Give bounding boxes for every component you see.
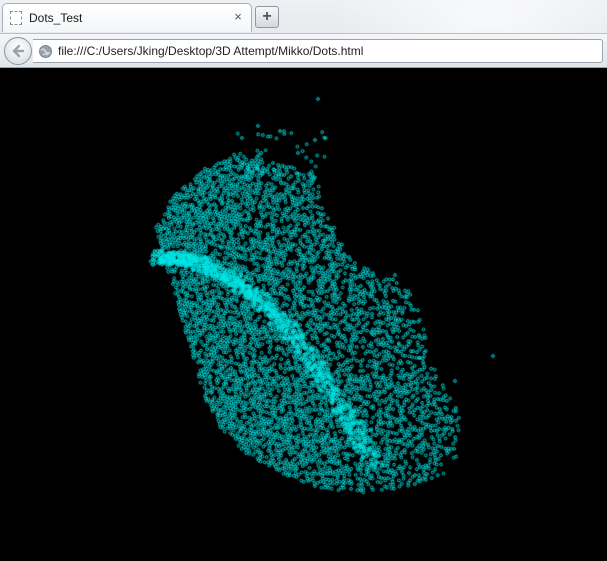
new-tab-button[interactable]: + — [255, 6, 279, 28]
page-viewport — [0, 68, 607, 561]
plus-icon: + — [262, 8, 272, 25]
navigation-bar: file:///C:/Users/Jking/Desktop/3D Attemp… — [0, 33, 607, 67]
browser-chrome: Dots_Test × + file:///C:/Users/Jking/Des… — [0, 0, 607, 68]
blank-page-icon — [10, 11, 22, 25]
close-tab-icon[interactable]: × — [231, 10, 245, 24]
tab-dots-test[interactable]: Dots_Test × — [2, 3, 252, 32]
url-text: file:///C:/Users/Jking/Desktop/3D Attemp… — [58, 44, 364, 58]
browser-window: Dots_Test × + file:///C:/Users/Jking/Des… — [0, 0, 607, 561]
globe-icon — [39, 45, 52, 58]
tab-title: Dots_Test — [29, 11, 83, 25]
dots-point-cloud-canvas[interactable] — [0, 68, 607, 561]
back-button[interactable] — [4, 37, 32, 65]
tab-strip: Dots_Test × + — [0, 0, 607, 33]
back-arrow-icon — [12, 44, 25, 58]
address-bar[interactable]: file:///C:/Users/Jking/Desktop/3D Attemp… — [33, 39, 603, 63]
